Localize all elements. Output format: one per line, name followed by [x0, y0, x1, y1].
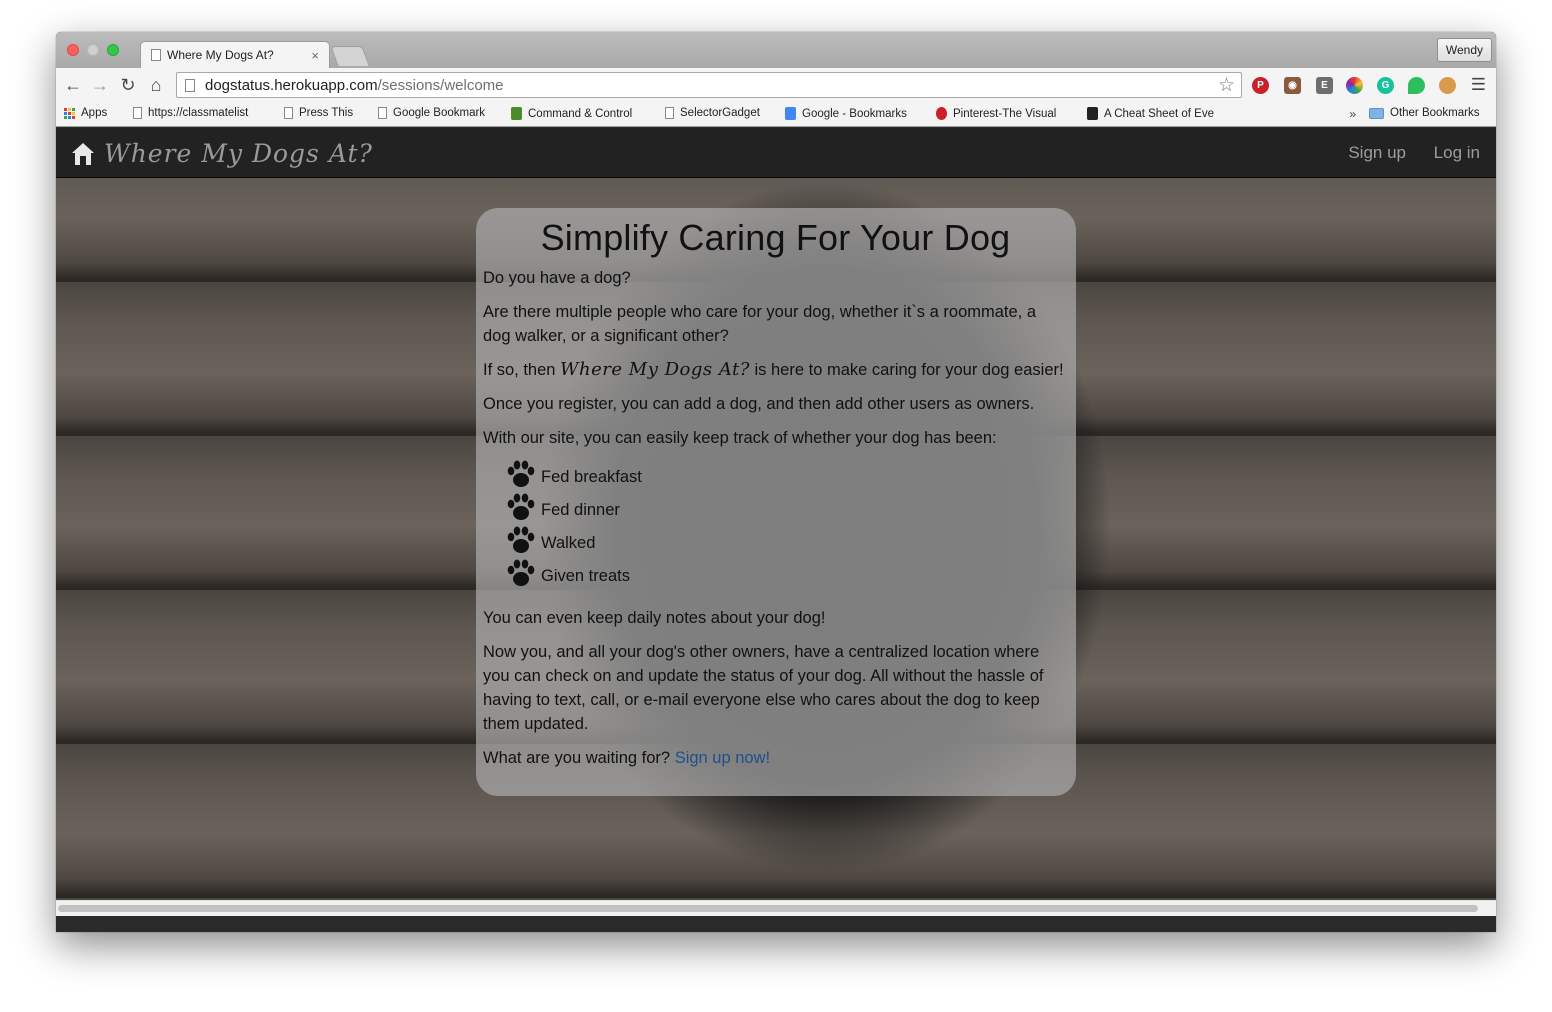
list-item: Fed breakfast: [505, 456, 1068, 489]
evernote-clipper-extension-icon[interactable]: [1408, 77, 1425, 94]
brand-text: Where My Dogs At?: [104, 139, 373, 168]
paw-icon: [507, 493, 535, 520]
feature-checklist: Fed breakfast Fed dinner Walked Given tr…: [505, 456, 1068, 588]
card-title: Simplify Caring For Your Dog: [540, 217, 1011, 258]
checklist-label: Walked: [541, 534, 596, 552]
centralized-text: Now you, and all your dog's other owners…: [483, 643, 1044, 733]
bookmark-item[interactable]: Google Bookmark: [378, 107, 485, 119]
bookmark-label: Pinterest-The Visual: [953, 107, 1057, 120]
bookmark-label: Command & Control: [528, 107, 633, 120]
close-window-button[interactable]: [67, 44, 79, 56]
welcome-card: Simplify Caring For Your Dog Do you have…: [476, 208, 1076, 796]
url-host: dogstatus.herokuapp.com: [205, 76, 378, 94]
intro-brand-sentence: If so, then Where My Dogs At? is here to…: [483, 358, 1068, 382]
bookmark-apps[interactable]: Apps: [64, 107, 107, 119]
folder-icon: [1369, 107, 1384, 119]
text-fragment: If so, then: [483, 361, 561, 379]
cookie-extension-icon[interactable]: [1439, 77, 1456, 94]
color-picker-extension-icon[interactable]: [1346, 77, 1363, 94]
text-fragment: is here to make caring for your dog easi…: [749, 361, 1064, 379]
paw-icon: [507, 460, 535, 487]
zoom-window-button[interactable]: [107, 44, 119, 56]
bookmark-label: A Cheat Sheet of Eve: [1104, 107, 1214, 120]
menu-icon[interactable]: ☰: [1471, 75, 1486, 95]
forward-arrow-icon[interactable]: →: [89, 74, 111, 96]
checklist-label: Given treats: [541, 567, 630, 585]
back-arrow-icon[interactable]: ←: [62, 74, 84, 96]
bookmarks-bar: Apps https://classmatelist Press This Go…: [56, 102, 1496, 127]
pinterest-icon: [936, 107, 947, 120]
scrollbar-thumb[interactable]: [58, 905, 1478, 912]
apps-grid-icon: [64, 107, 75, 119]
pinterest-extension-icon[interactable]: P: [1252, 77, 1269, 94]
instagram-extension-icon[interactable]: ◉: [1284, 77, 1301, 94]
list-item: Given treats: [505, 555, 1068, 588]
minimize-window-button[interactable]: [87, 44, 99, 56]
grammarly-extension-icon[interactable]: G: [1377, 77, 1394, 94]
bookmarks-overflow-chevron-icon[interactable]: »: [1349, 107, 1356, 121]
bookmark-star-icon[interactable]: ☆: [1218, 74, 1235, 97]
bookmark-item[interactable]: Press This: [284, 107, 353, 119]
profile-button[interactable]: Wendy: [1436, 38, 1492, 62]
list-item: Walked: [505, 522, 1068, 555]
browser-toolbar: ← → ↻ ⌂ dogstatus.herokuapp.com/sessions…: [56, 68, 1496, 102]
inline-brand: Where My Dogs At?: [560, 359, 750, 380]
address-bar[interactable]: dogstatus.herokuapp.com/sessions/welcome…: [176, 72, 1242, 98]
command-control-icon: [511, 107, 522, 120]
site-navbar: Where My Dogs At? Sign up Log in: [56, 128, 1496, 178]
paw-icon: [507, 559, 535, 586]
bookmark-label: Google Bookmark: [393, 107, 486, 119]
bookmark-item[interactable]: SelectorGadget: [665, 107, 760, 119]
signup-now-link[interactable]: Sign up now!: [675, 749, 770, 767]
page-icon: [665, 107, 674, 119]
call-to-action: What are you waiting for? Sign up now!: [483, 746, 1068, 770]
page-icon: [133, 107, 142, 119]
title-bar: Where My Dogs At? × Wendy: [56, 32, 1496, 68]
bookmark-label: Press This: [299, 107, 354, 119]
google-icon: [785, 107, 796, 120]
reload-icon[interactable]: ↻: [117, 74, 139, 96]
page-viewport: Where My Dogs At? Sign up Log in Simplif…: [56, 128, 1496, 916]
bookmark-label: SelectorGadget: [680, 107, 760, 119]
evernote-extension-icon[interactable]: E: [1316, 77, 1333, 94]
bookmark-item[interactable]: Pinterest-The Visual: [936, 107, 1066, 120]
intro-register: Once you register, you can add a dog, an…: [483, 395, 1035, 413]
paw-icon: [507, 526, 535, 553]
nav-signup-link[interactable]: Sign up: [1348, 143, 1406, 163]
checklist-label: Fed dinner: [541, 501, 620, 519]
daily-notes-text: You can even keep daily notes about your…: [483, 609, 826, 627]
bookmark-label: Other Bookmarks: [1390, 107, 1480, 119]
home-icon[interactable]: ⌂: [145, 74, 167, 96]
url-path: /sessions/welcome: [377, 76, 504, 94]
new-tab-button[interactable]: [330, 46, 370, 66]
bookmark-label: Apps: [81, 107, 108, 119]
tab-close-icon[interactable]: ×: [311, 48, 319, 63]
page-icon: [284, 107, 293, 119]
intro-track: With our site, you can easily keep track…: [483, 429, 997, 447]
text-fragment: What are you waiting for?: [483, 749, 675, 767]
page-icon: [185, 78, 195, 92]
bookmark-item[interactable]: https://classmatelist: [133, 107, 263, 119]
site-brand[interactable]: Where My Dogs At?: [70, 139, 373, 168]
bookmark-item[interactable]: Google - Bookmarks: [785, 107, 907, 120]
browser-window: Where My Dogs At? × Wendy ← → ↻ ⌂ dogsta…: [56, 32, 1496, 932]
intro-question: Do you have a dog?: [483, 269, 631, 287]
tab-title: Where My Dogs At?: [167, 48, 274, 62]
nav-login-link[interactable]: Log in: [1434, 143, 1480, 163]
horizontal-scrollbar[interactable]: [56, 900, 1496, 916]
other-bookmarks[interactable]: Other Bookmarks: [1369, 107, 1479, 119]
bookmark-item[interactable]: Command & Control: [511, 107, 645, 120]
page-icon: [378, 107, 387, 119]
cheat-sheet-icon: [1087, 107, 1098, 120]
list-item: Fed dinner: [505, 489, 1068, 522]
intro-multiple-people: Are there multiple people who care for y…: [483, 303, 1037, 345]
house-icon: [72, 142, 94, 165]
bookmark-label: Google - Bookmarks: [802, 107, 907, 120]
bookmark-item[interactable]: A Cheat Sheet of Eve: [1087, 107, 1221, 120]
browser-tab[interactable]: Where My Dogs At? ×: [140, 41, 330, 68]
checklist-label: Fed breakfast: [541, 468, 642, 486]
page-icon: [151, 49, 161, 61]
bookmark-label: https://classmatelist: [148, 107, 249, 119]
